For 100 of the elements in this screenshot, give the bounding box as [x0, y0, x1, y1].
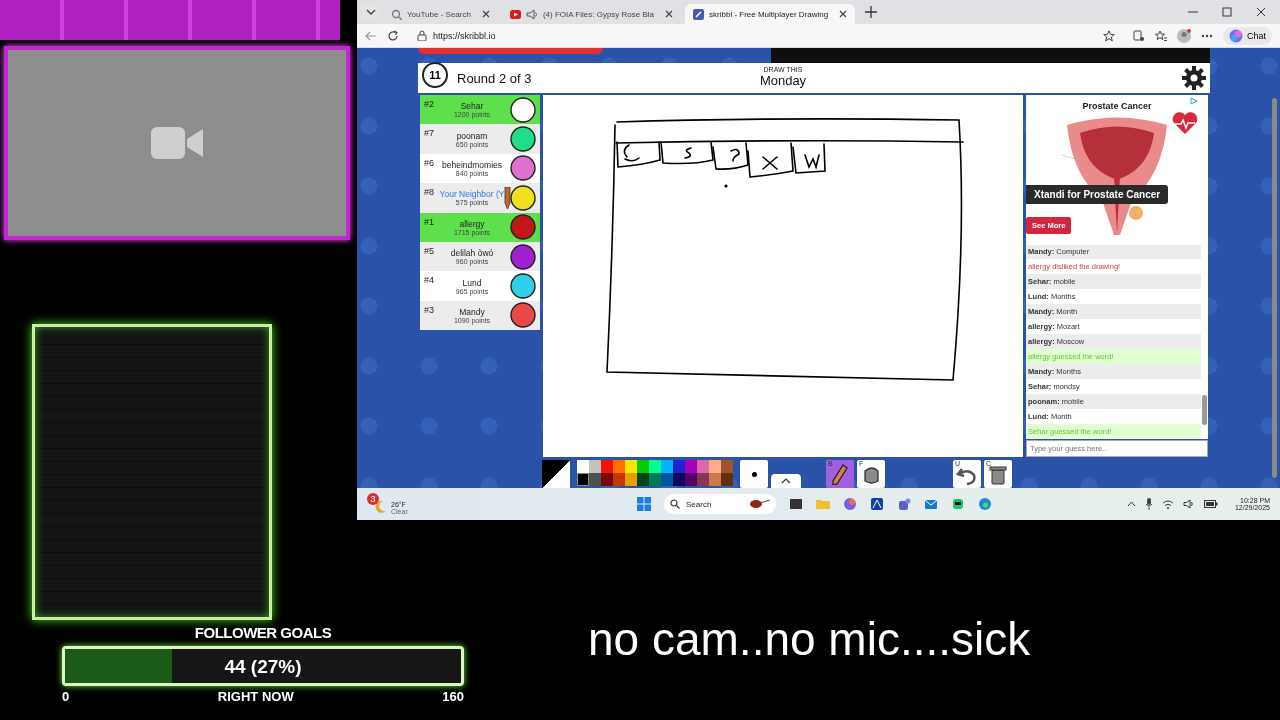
browser-tab[interactable]: YouTube - Search	[383, 4, 498, 24]
color-swatch[interactable]	[685, 473, 697, 486]
browser-tab[interactable]: (4) FOIA Files: Gypsy Rose Bla	[501, 4, 682, 24]
color-swatch[interactable]	[661, 473, 673, 486]
word-text: Monday	[758, 73, 808, 88]
caption-text: no cam..no mic....sick	[588, 612, 1031, 666]
player-rank: #8	[424, 187, 434, 198]
color-swatch[interactable]	[637, 473, 649, 486]
close-icon[interactable]	[665, 10, 674, 18]
color-swatch[interactable]	[589, 473, 601, 486]
color-swatch[interactable]	[685, 460, 697, 473]
speaker-icon	[525, 8, 538, 20]
battery-icon[interactable]	[1203, 500, 1218, 508]
player-rank: #1	[424, 216, 434, 227]
robot-icon[interactable]	[951, 497, 965, 511]
player-rank: #3	[424, 304, 434, 315]
video-camera-icon	[151, 125, 203, 161]
color-swatch[interactable]	[649, 473, 661, 486]
teams-icon[interactable]	[897, 497, 911, 511]
scrollbar[interactable]	[1202, 395, 1207, 425]
favorite-star-icon[interactable]	[1103, 29, 1115, 42]
favorites-icon[interactable]	[1155, 29, 1167, 42]
close-icon[interactable]	[481, 10, 490, 18]
player-name: Your Neighbor (Y	[439, 189, 505, 200]
color-swatch[interactable]	[613, 460, 625, 473]
color-swatch[interactable]	[709, 473, 721, 486]
windows-logo-icon[interactable]	[637, 497, 651, 511]
chat-button[interactable]: Chat	[1223, 26, 1272, 45]
color-swatch[interactable]	[625, 460, 637, 473]
color-swatch[interactable]	[637, 460, 649, 473]
player-name: Mandy	[459, 306, 485, 317]
close-icon[interactable]	[839, 10, 848, 18]
back-icon[interactable]	[365, 29, 377, 42]
folder-icon[interactable]	[816, 497, 830, 511]
lock-icon	[417, 30, 427, 41]
search-icon	[391, 8, 402, 20]
player-rank: #6	[424, 157, 434, 168]
refresh-icon[interactable]	[387, 29, 399, 42]
color-swatch[interactable]	[673, 460, 685, 473]
goal-title: FOLLOWER GOALS	[194, 624, 332, 641]
color-swatch[interactable]	[625, 473, 637, 486]
player-name: Lund	[462, 277, 482, 288]
player-rank: #2	[424, 99, 434, 109]
timer-clock: 11	[422, 62, 448, 88]
maximize-icon[interactable]	[1222, 7, 1232, 17]
mail-icon[interactable]	[924, 497, 938, 511]
taskbar-search[interactable]: Search	[664, 494, 776, 514]
microphone-icon[interactable]	[1144, 498, 1153, 510]
settings-icon[interactable]	[1182, 66, 1206, 90]
notification-badge: 3	[367, 493, 379, 505]
color-swatch[interactable]	[649, 460, 661, 473]
player-name: delilah òwó	[450, 248, 494, 259]
player-rank: #7	[424, 128, 434, 139]
color-swatch[interactable]	[661, 460, 673, 473]
browser-tab[interactable]: skribbl - Free Multiplayer Drawing	[685, 4, 856, 24]
extensions-icon[interactable]	[1133, 29, 1145, 42]
color-swatch[interactable]	[589, 460, 601, 473]
expand-button[interactable]	[771, 474, 801, 488]
moon-icon	[373, 500, 387, 514]
speaker-icon[interactable]	[1182, 499, 1195, 509]
current-color-swatch[interactable]	[542, 460, 570, 488]
color-swatch[interactable]	[709, 460, 721, 473]
color-swatch[interactable]	[601, 473, 613, 486]
video-icon	[509, 8, 521, 20]
color-swatch[interactable]	[577, 460, 589, 473]
color-swatch[interactable]	[697, 473, 709, 486]
player-rank: #5	[424, 245, 434, 256]
player-name: Sehar	[460, 101, 484, 112]
player-name: beheindmomies	[442, 159, 502, 170]
profile-icon[interactable]	[1177, 28, 1191, 43]
copilot-icon[interactable]	[843, 497, 857, 511]
terminal-icon[interactable]	[789, 497, 803, 511]
goal-current-label: RIGHT NOW	[217, 689, 294, 704]
color-swatch[interactable]	[673, 473, 685, 486]
round-label: Round 2 of 3	[457, 70, 532, 86]
edge-browser-icon[interactable]	[978, 497, 992, 511]
app-icon[interactable]	[870, 497, 884, 511]
color-swatch[interactable]	[721, 460, 733, 473]
copilot-icon	[1229, 28, 1243, 43]
color-swatch[interactable]	[721, 473, 733, 486]
player-name: poonam	[456, 130, 488, 141]
color-swatch[interactable]	[577, 473, 589, 486]
close-icon[interactable]	[1256, 7, 1266, 17]
color-swatch[interactable]	[697, 460, 709, 473]
brush-size-button[interactable]	[740, 460, 768, 488]
new-tab-icon[interactable]	[865, 6, 878, 18]
more-icon[interactable]	[1201, 33, 1213, 38]
player-name: allergy	[459, 218, 485, 229]
ad-choices-icon[interactable]	[1190, 97, 1198, 105]
chevron-up-icon[interactable]	[1126, 501, 1136, 507]
color-swatch[interactable]	[613, 473, 625, 486]
page-scrollbar[interactable]	[1272, 98, 1277, 478]
goal-value: 44 (27%)	[223, 656, 303, 678]
chevron-up-icon	[781, 478, 791, 484]
player-rank: #4	[424, 275, 434, 286]
goal-max: 160	[442, 689, 464, 704]
wifi-icon[interactable]	[1161, 499, 1174, 509]
trash-icon	[987, 463, 1009, 485]
site-icon	[693, 8, 705, 20]
color-swatch[interactable]	[601, 460, 613, 473]
